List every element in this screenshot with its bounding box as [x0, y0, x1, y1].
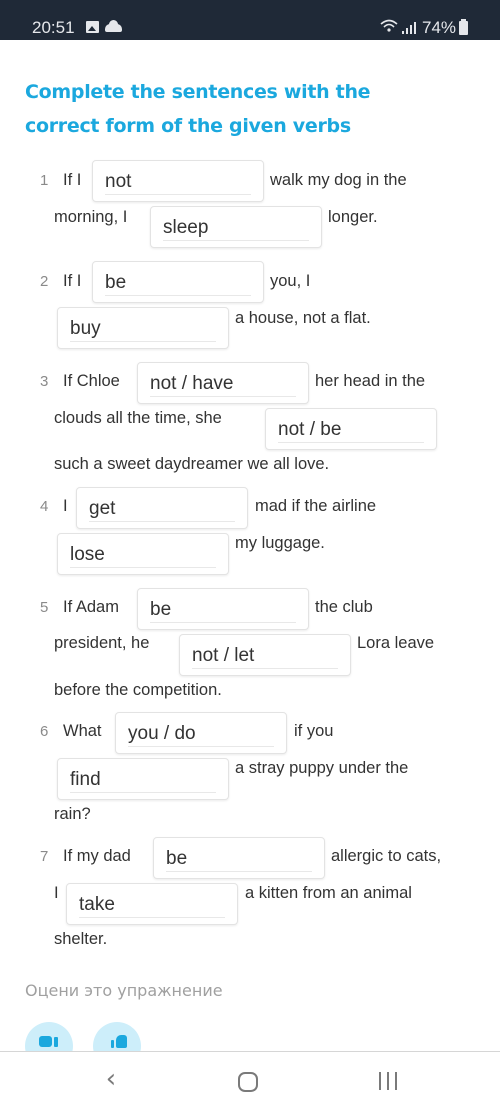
answer-field[interactable] — [115, 712, 287, 754]
answer-field[interactable] — [76, 487, 248, 529]
exercise-title: Complete the sentences with the correct … — [25, 81, 371, 137]
sentence-text: before the competition. — [54, 681, 222, 699]
sentence-text: If I — [63, 171, 82, 189]
recent-apps-icon[interactable] — [377, 1072, 399, 1090]
sentence-text: If Adam — [63, 598, 119, 616]
answer-field[interactable] — [179, 634, 351, 676]
answer-field[interactable] — [92, 160, 264, 202]
sentence-text: allergic to cats, — [331, 847, 442, 865]
answer-field[interactable] — [137, 588, 309, 630]
sentence-text: If Chloe — [63, 372, 120, 390]
system-nav-bar: ‹ — [0, 1051, 500, 1111]
thumbs-down-icon — [39, 1036, 58, 1047]
back-icon[interactable]: ‹ — [96, 1064, 126, 1094]
answer-input[interactable] — [166, 846, 312, 872]
answer-input[interactable] — [150, 597, 296, 623]
sentence-text: such a sweet daydreamer we all love. — [54, 455, 330, 473]
sentence-text: clouds all the time, she — [54, 409, 222, 427]
sentence-text: shelter. — [54, 930, 108, 948]
item-number: 7 — [40, 848, 49, 865]
sentence-text: rain? — [54, 805, 91, 823]
sentence-text: What — [63, 722, 102, 740]
sentence-text: you, I — [270, 272, 311, 290]
battery-percentage: 74% — [422, 18, 457, 37]
clock: 20:51 — [32, 18, 75, 37]
sentence-text: my luggage. — [235, 534, 325, 552]
signal-icon — [402, 22, 416, 34]
item-number: 3 — [40, 373, 49, 390]
item-number: 2 — [40, 273, 49, 290]
rating-label: Оцени это упражнение — [25, 981, 223, 1000]
item-number: 5 — [40, 599, 49, 616]
answer-input[interactable] — [192, 643, 338, 669]
sentence-text: Lora leave — [357, 634, 435, 652]
answer-field[interactable] — [57, 307, 229, 349]
answer-input[interactable] — [89, 496, 235, 522]
sentence-text: I — [63, 497, 68, 515]
answer-field[interactable] — [153, 837, 325, 879]
answer-input[interactable] — [128, 721, 274, 747]
answer-field[interactable] — [66, 883, 238, 925]
answer-input[interactable] — [70, 542, 216, 568]
sentence-text: If my dad — [63, 847, 131, 865]
item-number: 6 — [40, 723, 49, 740]
item-number: 4 — [40, 498, 49, 515]
sentence-text: morning, I — [54, 208, 128, 226]
answer-input[interactable] — [163, 215, 309, 241]
sentence-text: a house, not a flat. — [235, 309, 371, 327]
answer-field[interactable] — [265, 408, 437, 450]
sentence-text: mad if the airline — [255, 497, 377, 515]
sentence-text: I — [54, 884, 59, 902]
sentence-text: president, he — [54, 634, 150, 652]
answer-field[interactable] — [137, 362, 309, 404]
thumbs-up-icon — [111, 1035, 127, 1049]
sentence-text: if you — [294, 722, 334, 740]
sentence-text: longer. — [328, 208, 378, 226]
sentence-text: If I — [63, 272, 82, 290]
answer-input[interactable] — [79, 892, 225, 918]
sentence-text: a kitten from an animal — [245, 884, 412, 902]
wifi-icon — [380, 18, 398, 38]
sentence-text: her head in the — [315, 372, 426, 390]
home-icon[interactable] — [238, 1072, 258, 1092]
answer-field[interactable] — [92, 261, 264, 303]
answer-input[interactable] — [70, 767, 216, 793]
item-number: 1 — [40, 172, 49, 189]
gallery-icon — [86, 21, 99, 33]
sentence-text: the club — [315, 598, 373, 616]
answer-input[interactable] — [70, 316, 216, 342]
answer-input[interactable] — [278, 417, 424, 443]
battery-icon — [459, 19, 468, 35]
answer-input[interactable] — [105, 169, 251, 195]
answer-input[interactable] — [150, 371, 296, 397]
status-bar: 20:51 74% — [0, 0, 500, 40]
answer-field[interactable] — [150, 206, 322, 248]
answer-field[interactable] — [57, 758, 229, 800]
cloud-icon — [105, 20, 122, 32]
answer-input[interactable] — [105, 270, 251, 296]
sentence-text: a stray puppy under the — [235, 759, 409, 777]
sentence-text: walk my dog in the — [270, 171, 407, 189]
answer-field[interactable] — [57, 533, 229, 575]
